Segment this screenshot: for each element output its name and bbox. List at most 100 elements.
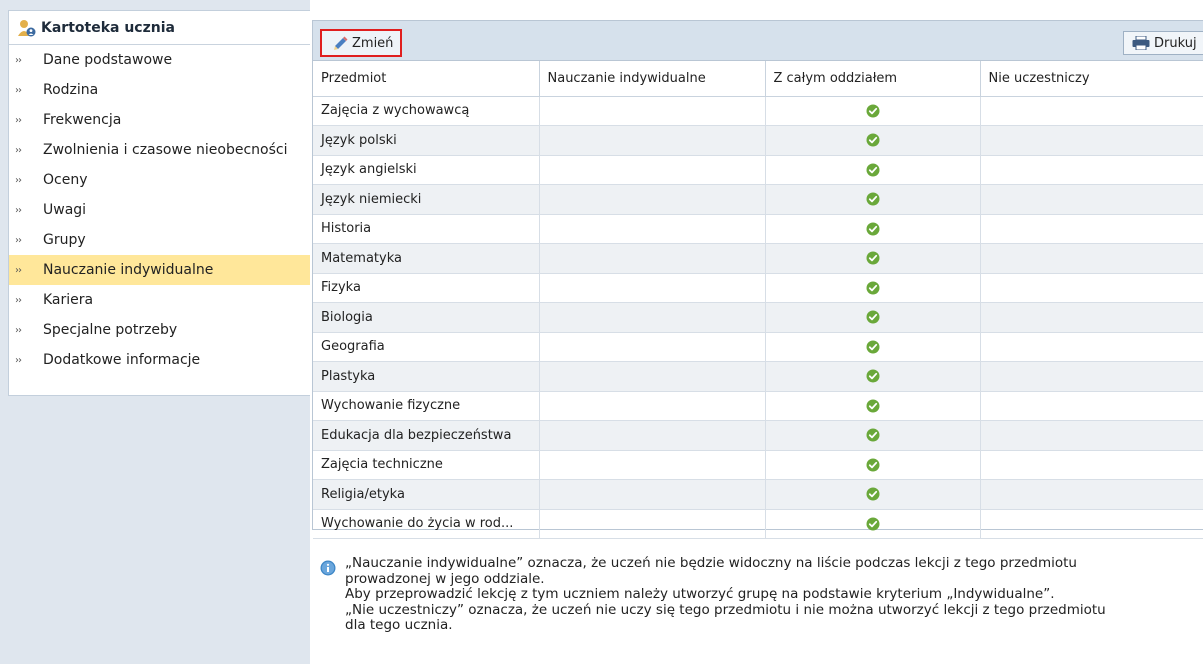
not-participating-cell: [980, 125, 1203, 156]
sidebar-item[interactable]: ›› Rodzina: [9, 75, 310, 105]
subject-cell: Geografia: [313, 332, 540, 362]
table-row[interactable]: Plastyka: [313, 361, 1203, 392]
sidebar-list: ›› Dane podstawowe ›› Rodzina ›› Frekwencja ››…: [9, 45, 310, 375]
check-circle-icon: [866, 487, 879, 501]
info-line: dla tego ucznia.: [345, 617, 453, 633]
subject-cell: Zajęcia techniczne: [313, 450, 540, 480]
info-line: prowadzonej w jego oddziale.: [345, 570, 545, 587]
individual-cell: [539, 332, 766, 362]
column-header-individual[interactable]: Nauczanie indywidualne: [539, 61, 766, 97]
sidebar-item-label: Nauczanie indywidualne: [43, 262, 214, 278]
double-chevron-icon: ››: [15, 354, 22, 366]
table-row[interactable]: Religia/etyka: [313, 479, 1203, 510]
table-row[interactable]: Język niemiecki: [313, 184, 1203, 215]
subject-cell: Język niemiecki: [313, 184, 540, 215]
sidebar-item[interactable]: ›› Oceny: [9, 165, 310, 195]
check-circle-icon: [866, 251, 879, 265]
info-note: „Nauczanie indywidualne” oznacza, że ucz…: [320, 555, 1200, 634]
table-header-row: Przedmiot Nauczanie indywidualne Z całym…: [313, 61, 1203, 97]
toolbar: Zmień Drukuj: [313, 21, 1203, 61]
table-row[interactable]: Fizyka: [313, 273, 1203, 303]
table-row[interactable]: Zajęcia techniczne: [313, 450, 1203, 480]
check-circle-icon: [866, 517, 879, 531]
not-participating-cell: [980, 214, 1203, 244]
subject-cell: Język angielski: [313, 155, 540, 185]
table-row[interactable]: Biologia: [313, 302, 1203, 333]
double-chevron-icon: ››: [15, 54, 22, 66]
double-chevron-icon: ››: [15, 84, 22, 96]
table-row[interactable]: Zajęcia z wychowawcą: [313, 96, 1203, 126]
table-row[interactable]: Język polski: [313, 125, 1203, 156]
change-button-label: Zmień: [352, 35, 394, 51]
info-line: „Nie uczestniczy” oznacza, że uczeń nie …: [345, 601, 1106, 618]
sidebar-item-label: Grupy: [43, 232, 86, 248]
individual-cell: [539, 450, 766, 480]
table-row[interactable]: Wychowanie do życia w rod...: [313, 509, 1203, 539]
not-participating-cell: [980, 450, 1203, 480]
whole-class-cell: [765, 391, 981, 421]
whole-class-cell: [765, 96, 981, 126]
not-participating-cell: [980, 243, 1203, 274]
not-participating-cell: [980, 479, 1203, 510]
table-row[interactable]: Wychowanie fizyczne: [313, 391, 1203, 421]
sidebar-item-label: Zwolnienia i czasowe nieobecności: [43, 142, 288, 158]
sidebar-item[interactable]: ›› Specjalne potrzeby: [9, 315, 310, 345]
whole-class-cell: [765, 214, 981, 244]
check-circle-icon: [866, 104, 879, 118]
sidebar-item-label: Oceny: [43, 172, 88, 188]
not-participating-cell: [980, 509, 1203, 539]
sidebar-item[interactable]: ›› Grupy: [9, 225, 310, 255]
sidebar-item[interactable]: ›› Dane podstawowe: [9, 45, 310, 75]
table-row[interactable]: Geografia: [313, 332, 1203, 362]
whole-class-cell: [765, 184, 981, 215]
whole-class-cell: [765, 243, 981, 274]
column-header-subject[interactable]: Przedmiot: [313, 61, 540, 97]
check-circle-icon: [866, 399, 879, 413]
table-row[interactable]: Język angielski: [313, 155, 1203, 185]
whole-class-cell: [765, 302, 981, 333]
whole-class-cell: [765, 332, 981, 362]
sidebar-item-label: Dodatkowe informacje: [43, 352, 201, 368]
table-row[interactable]: Historia: [313, 214, 1203, 244]
info-line: Aby przeprowadzić lekcję z tym uczniem n…: [345, 586, 1055, 602]
sidebar-item[interactable]: ›› Frekwencja: [9, 105, 310, 135]
sidebar-item[interactable]: ›› Uwagi: [9, 195, 310, 225]
info-line: „Nauczanie indywidualne” oznacza, że ucz…: [345, 555, 1077, 571]
not-participating-cell: [980, 332, 1203, 362]
info-text: „Nauczanie indywidualne” oznacza, że ucz…: [345, 555, 1200, 634]
table-row[interactable]: Edukacja dla bezpieczeństwa: [313, 420, 1203, 451]
sidebar-title: Kartoteka ucznia: [41, 19, 175, 36]
sidebar-item[interactable]: ›› Zwolnienia i czasowe nieobecności: [9, 135, 310, 165]
not-participating-cell: [980, 96, 1203, 126]
check-circle-icon: [866, 458, 879, 472]
subject-cell: Biologia: [313, 302, 540, 333]
sidebar-item[interactable]: ›› Dodatkowe informacje: [9, 345, 310, 375]
table-row[interactable]: Matematyka: [313, 243, 1203, 274]
individual-cell: [539, 243, 766, 274]
not-participating-cell: [980, 361, 1203, 392]
double-chevron-icon: ››: [15, 144, 22, 156]
not-participating-cell: [980, 155, 1203, 185]
column-header-whole-class[interactable]: Z całym oddziałem: [765, 61, 981, 97]
not-participating-cell: [980, 302, 1203, 333]
whole-class-cell: [765, 420, 981, 451]
individual-cell: [539, 479, 766, 510]
sidebar-item[interactable]: ›› Kariera: [9, 285, 310, 315]
print-button[interactable]: Drukuj: [1123, 31, 1203, 55]
sidebar-item-label: Rodzina: [43, 82, 99, 98]
check-circle-icon: [866, 222, 879, 236]
subject-cell: Wychowanie do życia w rod...: [313, 509, 540, 539]
whole-class-cell: [765, 273, 981, 303]
change-button[interactable]: Zmień: [320, 29, 402, 57]
column-header-not-participating[interactable]: Nie uczestniczy: [980, 61, 1203, 97]
check-circle-icon: [866, 310, 879, 324]
whole-class-cell: [765, 509, 981, 539]
subject-cell: Zajęcia z wychowawcą: [313, 96, 540, 126]
check-circle-icon: [866, 133, 879, 147]
sidebar-item-label: Specjalne potrzeby: [43, 322, 178, 338]
whole-class-cell: [765, 479, 981, 510]
sidebar-item[interactable]: ›› Nauczanie indywidualne: [9, 255, 310, 285]
check-circle-icon: [866, 340, 879, 354]
subject-cell: Fizyka: [313, 273, 540, 303]
info-icon: [320, 560, 336, 576]
